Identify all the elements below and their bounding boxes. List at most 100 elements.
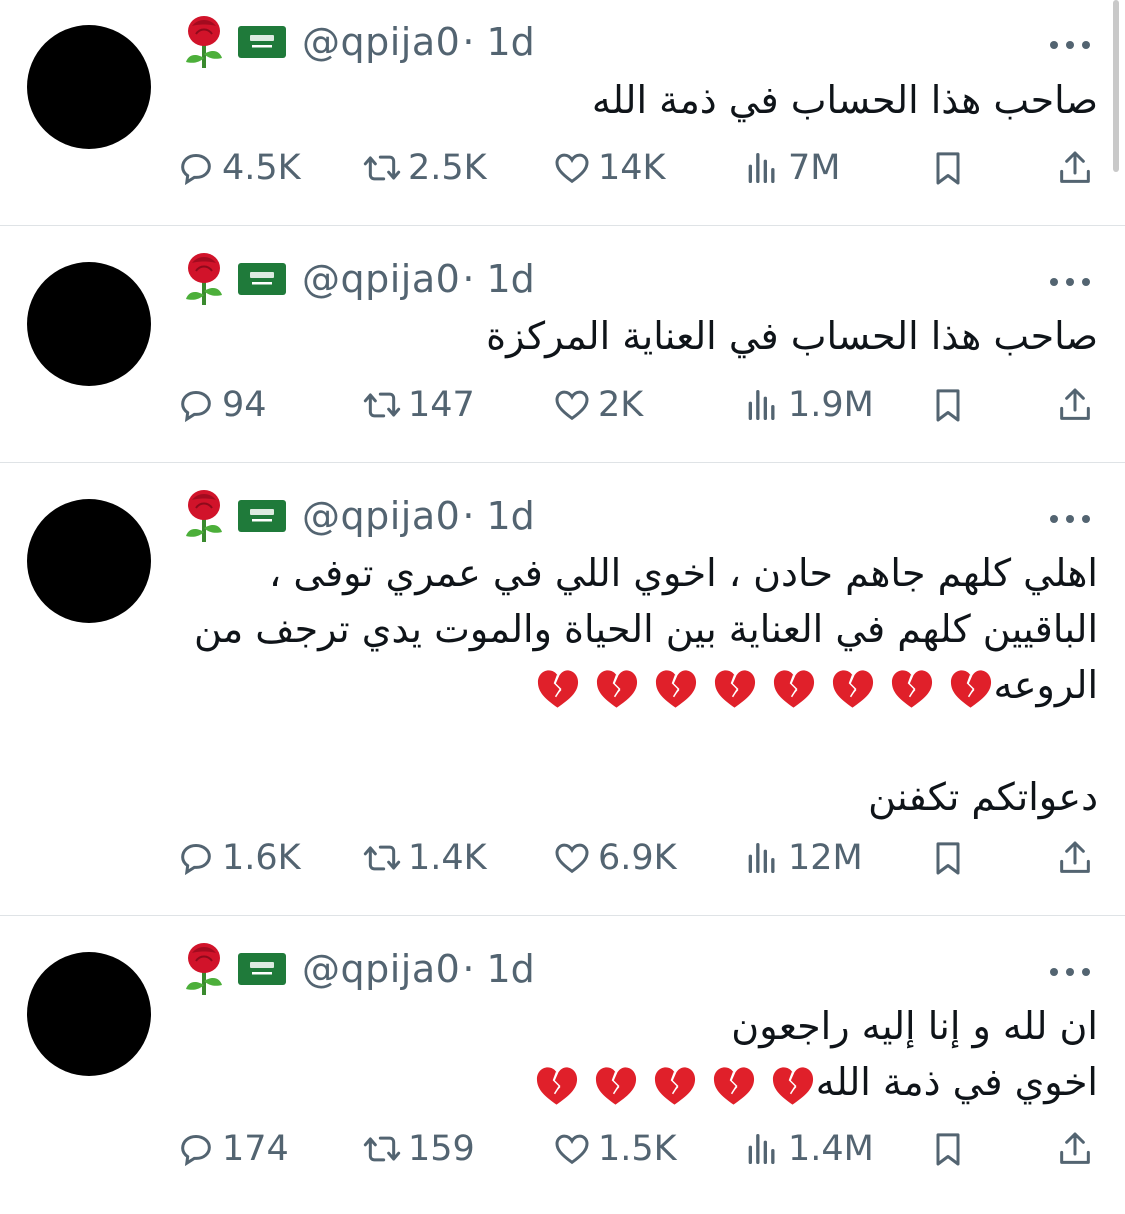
tweet-time[interactable]: · 1d: [462, 257, 534, 301]
retweet-count: 147: [408, 385, 475, 425]
scrollbar[interactable]: [1113, 0, 1119, 172]
saudi-flag-emoji: [238, 26, 286, 58]
tweet-line: دعواتكم تكفنن: [868, 775, 1098, 819]
bookmark-icon: [936, 152, 960, 185]
like-icon: [555, 153, 589, 184]
share-icon: [1060, 151, 1090, 183]
divider: [0, 915, 1125, 916]
bookmark-button[interactable]: [928, 1129, 974, 1169]
bookmark-icon: [936, 1133, 960, 1166]
like-button[interactable]: 14K: [552, 148, 666, 188]
avatar[interactable]: [27, 262, 151, 386]
tweet-line: صاحب هذا الحساب في العناية المركزة: [486, 314, 1098, 358]
tweet-text: ان لله و إنا إليه راجعون اخوي في ذمة الله: [170, 998, 1098, 1110]
more-icon[interactable]: [1048, 966, 1092, 978]
like-count: 2K: [598, 385, 644, 425]
retweet-icon: [363, 155, 401, 181]
tweet-header: @qpija0 · 1d: [178, 253, 535, 305]
reply-button[interactable]: 94: [176, 385, 267, 425]
bookmark-button[interactable]: [928, 148, 974, 188]
reply-button[interactable]: 1.6K: [176, 838, 301, 878]
bookmark-button[interactable]: [928, 385, 974, 425]
reply-icon: [181, 153, 211, 186]
views-button[interactable]: 12M: [742, 838, 863, 878]
broken-heart-emoji: [655, 669, 696, 708]
tweet-line-text: اخوي في ذمة الله: [815, 1060, 1098, 1104]
reply-icon: [181, 843, 211, 876]
tweet-line: ان لله و إنا إليه راجعون: [731, 1004, 1098, 1048]
retweet-button[interactable]: 147: [362, 385, 475, 425]
tweet-actions: 174 159 1.5K 1.4M: [0, 1129, 1125, 1179]
broken-heart-emoji: [713, 1066, 754, 1105]
views-button[interactable]: 7M: [742, 148, 840, 188]
retweet-count: 159: [408, 1129, 475, 1169]
views-button[interactable]: 1.9M: [742, 385, 874, 425]
tweet-text: اهلي كلهم جاهم حادن ، اخوي اللي في عمري …: [170, 545, 1098, 825]
views-button[interactable]: 1.4M: [742, 1129, 874, 1169]
tweet-actions: 94 147 2K 1.9M: [0, 385, 1125, 435]
views-icon: [748, 1134, 775, 1164]
like-count: 1.5K: [598, 1129, 677, 1169]
saudi-flag-emoji: [238, 953, 286, 985]
retweet-count: 2.5K: [408, 148, 487, 188]
tweet-line: الباقيين كلهم في العناية بين الحياة والم…: [193, 607, 1098, 651]
like-count: 6.9K: [598, 838, 677, 878]
tweet-time[interactable]: · 1d: [462, 494, 534, 538]
broken-heart-emoji: [772, 1066, 813, 1105]
reply-button[interactable]: 4.5K: [176, 148, 301, 188]
tweet-header: @qpija0 · 1d: [178, 943, 535, 995]
bookmark-button[interactable]: [928, 838, 974, 878]
like-icon: [555, 1134, 589, 1165]
avatar[interactable]: [27, 952, 151, 1076]
like-button[interactable]: 2K: [552, 385, 643, 425]
views-count: 7M: [788, 148, 841, 188]
tweet-line: صاحب هذا الحساب في ذمة الله: [591, 78, 1098, 122]
share-button[interactable]: [1055, 385, 1101, 425]
broken-heart-emoji: [595, 1066, 636, 1105]
bookmark-icon: [936, 842, 960, 875]
avatar[interactable]: [27, 25, 151, 149]
retweet-button[interactable]: 2.5K: [362, 148, 487, 188]
tweet-handle[interactable]: @qpija0: [302, 20, 460, 64]
saudi-flag-emoji: [238, 263, 286, 295]
more-icon[interactable]: [1048, 39, 1092, 51]
like-count: 14K: [598, 148, 666, 188]
broken-heart-emoji: [773, 669, 814, 708]
retweet-button[interactable]: 159: [362, 1129, 475, 1169]
tweet-text: صاحب هذا الحساب في العناية المركزة: [170, 308, 1098, 364]
rose-emoji: [186, 490, 222, 542]
tweet-handle[interactable]: @qpija0: [302, 494, 460, 538]
reply-count: 174: [222, 1129, 289, 1169]
share-button[interactable]: [1055, 838, 1101, 878]
tweet-line: اهلي كلهم جاهم حادن ، اخوي اللي في عمري …: [269, 551, 1098, 595]
broken-heart-emoji: [536, 1066, 577, 1105]
more-icon[interactable]: [1048, 513, 1092, 525]
broken-heart-emoji: [537, 669, 578, 708]
broken-hearts: [521, 1060, 816, 1105]
tweet-time[interactable]: · 1d: [462, 20, 534, 64]
retweet-button[interactable]: 1.4K: [362, 838, 487, 878]
share-button[interactable]: [1055, 1129, 1101, 1169]
reply-icon: [181, 390, 211, 423]
avatar[interactable]: [27, 499, 151, 623]
retweet-icon: [363, 1136, 401, 1162]
views-count: 1.9M: [788, 385, 874, 425]
tweet-header: @qpija0 · 1d: [178, 16, 535, 68]
retweet-icon: [363, 392, 401, 418]
tweet-actions: 4.5K 2.5K 14K 7M: [0, 148, 1125, 198]
share-icon: [1060, 1132, 1090, 1164]
like-button[interactable]: 1.5K: [552, 1129, 677, 1169]
bookmark-icon: [936, 389, 960, 422]
tweet-time[interactable]: · 1d: [462, 947, 534, 991]
more-icon[interactable]: [1048, 276, 1092, 288]
tweet-handle[interactable]: @qpija0: [302, 257, 460, 301]
rose-emoji: [186, 253, 222, 305]
like-button[interactable]: 6.9K: [552, 838, 677, 878]
retweet-count: 1.4K: [408, 838, 487, 878]
tweet-header: @qpija0 · 1d: [178, 490, 535, 542]
share-button[interactable]: [1055, 148, 1101, 188]
tweet-handle[interactable]: @qpija0: [302, 947, 460, 991]
share-icon: [1060, 841, 1090, 873]
reply-button[interactable]: 174: [176, 1129, 289, 1169]
